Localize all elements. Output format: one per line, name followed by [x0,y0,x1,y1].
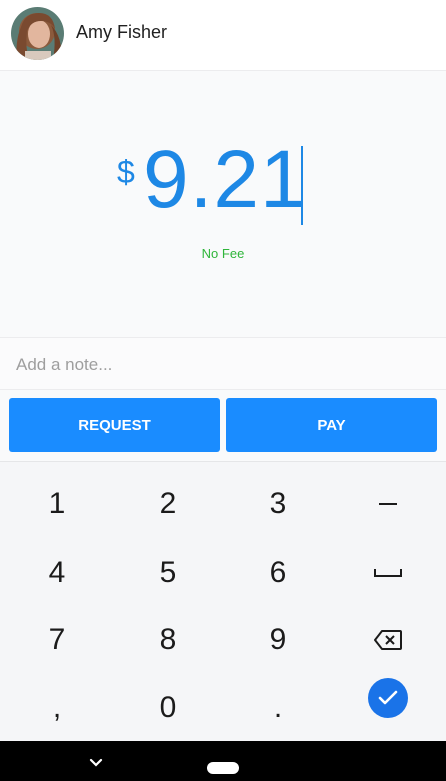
key-5[interactable]: 5 [113,539,223,607]
key-space[interactable] [333,539,443,607]
key-4[interactable]: 4 [2,539,112,607]
note-input[interactable] [14,338,436,391]
key-2[interactable]: 2 [113,470,223,538]
key-3[interactable]: 3 [223,470,333,538]
contact-name: Amy Fisher [76,22,168,42]
numeric-keypad: 1 2 3 4 5 6 7 8 9 , 0 . [0,461,446,742]
key-8[interactable]: 8 [113,606,223,674]
amount-display: $ 9.21 No Fee [0,71,446,337]
contact-header: Amy Fisher [0,0,446,71]
key-7[interactable]: 7 [2,606,112,674]
key-comma[interactable]: , [2,674,112,742]
request-button[interactable]: REQUEST [9,398,220,452]
system-navigation-bar [0,741,446,781]
key-1[interactable]: 1 [2,470,112,538]
confirm-button[interactable] [368,678,408,718]
note-row [0,337,446,391]
fee-label: No Fee [201,246,245,261]
backspace-icon [374,630,402,650]
avatar[interactable] [11,7,64,60]
currency-symbol: $ [117,154,135,190]
key-confirm[interactable] [333,664,443,732]
amount-value: 9.21 [143,134,307,225]
minus-icon [379,503,397,505]
home-pill-icon[interactable] [207,762,239,774]
text-cursor [301,146,303,225]
space-icon [374,569,402,577]
chevron-down-icon[interactable] [88,758,104,768]
key-0[interactable]: 0 [113,674,223,742]
key-9[interactable]: 9 [223,606,333,674]
key-period[interactable]: . [223,674,333,742]
checkmark-icon [378,690,398,705]
avatar-image [11,7,64,60]
pay-button[interactable]: PAY [226,398,437,452]
key-minus[interactable] [333,470,443,538]
key-6[interactable]: 6 [223,539,333,607]
